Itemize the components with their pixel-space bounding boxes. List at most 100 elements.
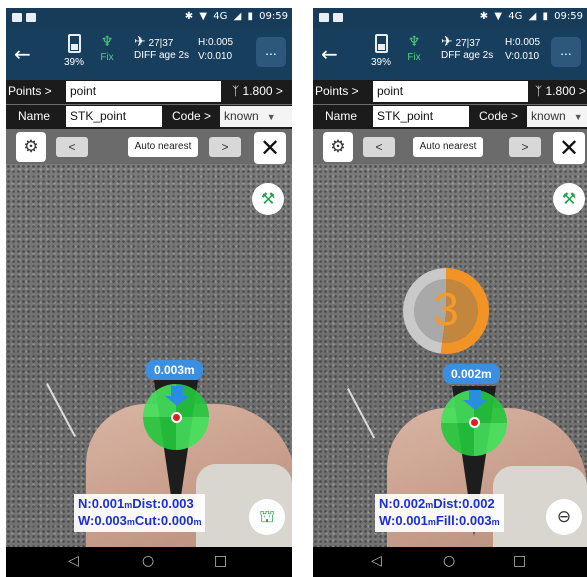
nav-back-icon[interactable]: ◁ [371,553,382,569]
close-icon[interactable]: ✕ [254,132,286,164]
cable [46,383,76,437]
nav-home-icon[interactable]: ○ [443,553,455,569]
antenna-height[interactable]: ᛉ 1.800 > [232,84,283,98]
current-position-marker [469,417,480,428]
v-precision: V:0.010 [505,51,540,62]
antenna-height-icon: ᛉ [232,84,240,98]
point-name-input[interactable]: point [373,81,528,102]
satellite-count: 27|37 [455,38,481,49]
battery-status-icon: ▮ [247,11,253,22]
toolbar: ⚙ < Auto nearest > ✕ [313,132,587,164]
points-row: Points > point ᛉ 1.800 > [313,80,587,104]
survey-pin-icon[interactable]: ⚒ [252,183,284,215]
next-point-button[interactable]: > [209,137,241,157]
prev-point-button[interactable]: < [363,137,395,157]
name-label: Name [325,109,358,123]
v-precision: V:0.010 [198,51,233,62]
points-button[interactable]: Points > [315,84,359,98]
status-bar: ✱ ▼ 4G ◢ ▮ 09:59 [6,8,292,28]
nav-home-icon[interactable]: ○ [142,553,154,569]
precision-info: H:0.005 V:0.010 [198,36,233,64]
notification-icon [12,13,22,22]
gnss-header: ← 39% ♆ Fix ✈ 27|37 DIFF age 2s H:0.005 … [6,28,292,80]
close-icon[interactable]: ✕ [553,132,585,164]
auto-nearest-button[interactable]: Auto nearest [128,137,198,157]
fix-label: Fix [407,52,421,63]
gnss-header: ← 39% ♆ Fix ✈ 27|37 DFF age 2s H:0.005 V… [313,28,587,80]
nav-back-icon[interactable]: ◁ [68,553,79,569]
h-precision: H:0.005 [505,37,541,48]
west-offset: W:0.003 [78,513,127,528]
fix-label: Fix [100,52,114,63]
diff-age: DIFF age 2s [134,50,190,61]
android-nav-bar: ◁ ○ □ [313,547,587,577]
prev-point-button[interactable]: < [56,137,88,157]
current-position-marker [171,412,182,423]
battery-level: 39% [370,57,391,68]
auto-nearest-button[interactable]: Auto nearest [413,137,483,157]
cut-fill-value: Cut:0.000 [134,513,194,528]
notification-icon [319,13,329,22]
direction-arrow-icon [165,386,189,406]
zoom-out-icon[interactable]: ⊖ [546,499,582,535]
stakeout-target-button[interactable]: ⛫ [249,499,285,535]
battery-status-icon: ▮ [542,11,548,22]
receiver-battery: 39% [361,34,401,68]
back-arrow-icon[interactable]: ← [14,42,31,66]
nav-recents-icon[interactable]: □ [513,553,526,569]
bluetooth-icon: ✱ [184,11,194,22]
countdown-ring: 3 [403,268,489,354]
status-right: ✱ ▼ 4G ◢ ▮ 09:59 [182,11,288,22]
code-select[interactable]: known ▼ [220,106,292,127]
receiver-battery: 39% [54,34,94,68]
survey-pin-icon[interactable]: ⚒ [553,183,585,215]
diff-age: DFF age 2s [441,50,494,61]
name-input[interactable]: STK_point [66,106,162,127]
cut-fill-value: Fill:0.003 [435,513,492,528]
clock: 09:59 [259,11,288,22]
code-button[interactable]: Code > [479,109,518,123]
status-bar: ✱ ▼ 4G ◢ ▮ 09:59 [313,8,587,28]
camera-view: 0.003m [6,164,292,547]
points-row: Points > point ᛉ 1.800 > [6,80,292,104]
notification-icon [26,13,36,22]
code-button[interactable]: Code > [172,109,211,123]
point-name-input[interactable]: point [66,81,221,102]
name-row: Name STK_point Code > known ▼ [6,105,292,129]
battery-level: 39% [63,57,84,68]
toolbar: ⚙ < Auto nearest > ✕ [6,132,292,164]
north-offset: N:0.001 [78,496,125,511]
network-type: 4G [508,11,523,22]
distance-value: Dist:0.002 [433,496,495,511]
next-point-button[interactable]: > [509,137,541,157]
north-offset: N:0.002 [379,496,426,511]
name-row: Name STK_point Code > known ▼ [313,105,587,129]
gear-icon[interactable]: ⚙ [323,132,353,162]
status-right: ✱ ▼ 4G ◢ ▮ 09:59 [477,11,583,22]
more-button[interactable]: ... [551,37,581,67]
signal-icon: ◢ [528,11,537,22]
battery-icon [67,34,81,53]
name-label: Name [18,109,51,123]
solution-status: ♆ Fix [92,34,122,63]
satellite-info[interactable]: ✈ 27|37 DIFF age 2s [134,34,189,61]
wifi-icon: ▼ [199,11,208,22]
gear-icon[interactable]: ⚙ [16,132,46,162]
satellite-icon: ✈ [441,34,453,50]
camera-view: 0.002m 3 [313,164,587,547]
points-button[interactable]: Points > [8,84,52,98]
chevron-down-icon: ▼ [573,112,583,122]
notification-icon [333,13,343,22]
satellite-info[interactable]: ✈ 27|37 DFF age 2s [441,34,493,61]
back-arrow-icon[interactable]: ← [321,42,338,66]
name-input[interactable]: STK_point [373,106,469,127]
antenna-height[interactable]: ᛉ 1.800 > [535,84,586,98]
network-type: 4G [213,11,228,22]
code-select[interactable]: known ▼ [527,106,587,127]
battery-icon [374,34,388,53]
android-nav-bar: ◁ ○ □ [6,547,292,577]
phone-screen-right: ✱ ▼ 4G ◢ ▮ 09:59 ← 39% ♆ Fix ✈ 27|37 DFF… [313,8,587,577]
more-button[interactable]: ... [256,37,286,67]
nav-recents-icon[interactable]: □ [214,553,227,569]
countdown-number: 3 [433,283,459,335]
